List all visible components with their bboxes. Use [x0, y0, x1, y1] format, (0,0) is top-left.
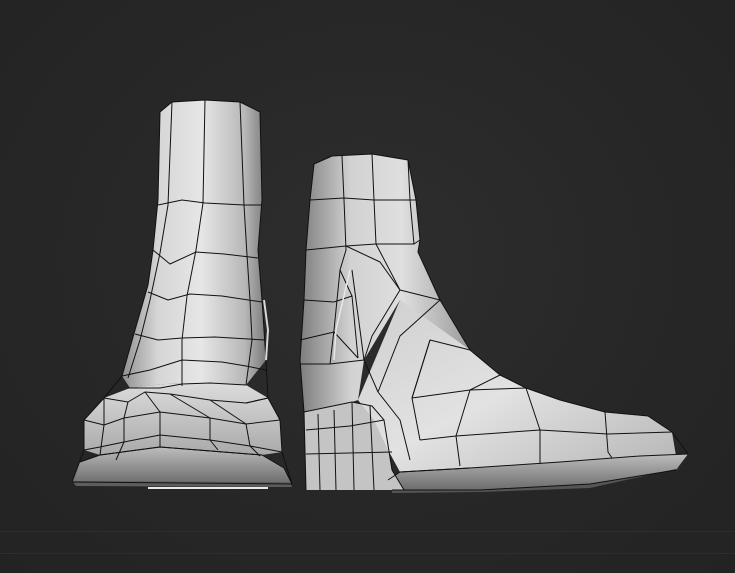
left-boot-model[interactable]: [71, 99, 293, 489]
right-boot-foot: [358, 300, 676, 472]
scene-canvas[interactable]: [0, 0, 735, 573]
3d-viewport[interactable]: [0, 0, 735, 573]
left-boot-shaft: [122, 100, 266, 388]
right-boot-model[interactable]: [299, 153, 689, 493]
